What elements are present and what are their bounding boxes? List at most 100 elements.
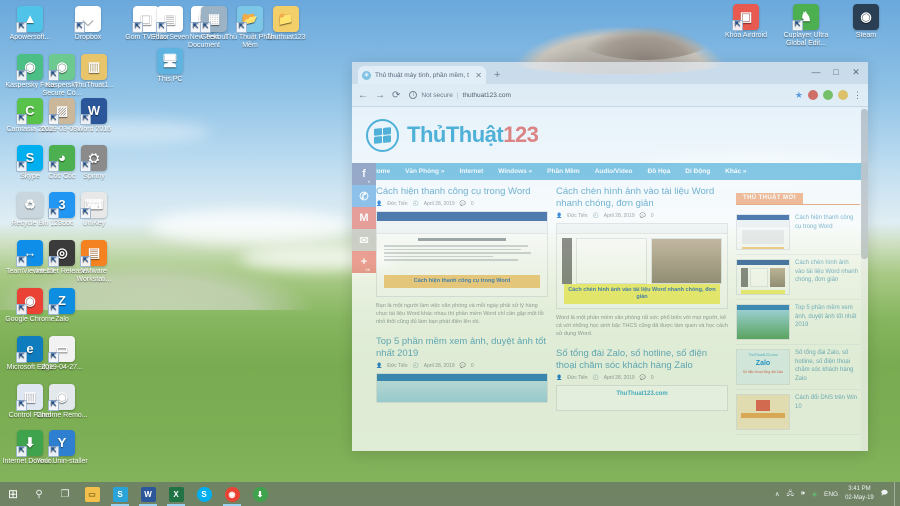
bookmark-star-icon[interactable]: ★ (795, 90, 803, 101)
sidebar-list-item[interactable]: ThuThuat123.com Zalo Số điện thoại tổng … (736, 345, 860, 390)
desktop-icon-unikey[interactable]: ⌨UniKey (66, 192, 122, 228)
sidebar-heading: THỦ THUẬT MỚI (736, 192, 803, 204)
address-bar[interactable]: i Not secure | thuthuat123.com (407, 88, 788, 103)
desktop-icon-screenshot-0427[interactable]: ▭2019-04-27... (34, 336, 90, 372)
more-share-icon[interactable]: +66 (352, 251, 376, 273)
article-date: April 28, 2019 (603, 375, 635, 381)
nav-do-hoa[interactable]: Đồ Họa (648, 168, 671, 175)
clock-icon: 🕘 (412, 201, 419, 207)
idm-taskbar-button[interactable]: ⬇ (246, 482, 274, 506)
comment-icon: 💬 (459, 363, 466, 369)
profile-avatar-icon[interactable] (838, 90, 848, 100)
site-navigation: Home Văn Phòng » Internet Windows » Phần… (352, 163, 868, 180)
new-tab-button[interactable]: + (494, 69, 500, 81)
chrome-menu-icon[interactable]: ⋮ (853, 90, 862, 101)
nav-di-dong[interactable]: Di Động (685, 168, 710, 175)
page-scrollbar[interactable] (861, 107, 868, 451)
sidebar-list-item[interactable]: Cách hiện thanh công cụ trong Word (736, 210, 860, 255)
desktop-icon-this-pc[interactable]: 🖥 This PC (142, 48, 198, 84)
sidebar-list-item[interactable]: Cách chèn hình ảnh vào tài liệu Word nha… (736, 255, 860, 300)
social-share-rail: f9 ✆ M ✉ +66 (352, 163, 376, 273)
nav-van-phong[interactable]: Văn Phòng » (405, 168, 444, 175)
notifications-icon[interactable]: 🗩 (881, 489, 888, 500)
author-icon: 👤 (376, 363, 383, 369)
desktop-icon-thuthuat123-folder[interactable]: 📁 Thuthuat123 (258, 6, 314, 42)
snagit-taskbar-button[interactable]: S (106, 482, 134, 506)
excel-taskbar-button[interactable]: X (162, 482, 190, 506)
close-tab-icon[interactable]: ✕ (475, 71, 482, 80)
desktop-icon-vmware[interactable]: ▤VMware Workstati... (66, 240, 122, 284)
article-meta: 👤 Đức Tiến 🕘 April 28, 2019 💬 0 (376, 201, 548, 207)
browser-tab[interactable]: ◉ Thủ thuật máy tính, phần mềm, t ✕ (358, 66, 486, 84)
article-title[interactable]: Top 5 phần mềm xem ảnh, duyệt ảnh tốt nh… (376, 336, 548, 360)
start-button[interactable]: ⊞ (0, 482, 26, 506)
desktop-icon-zalo[interactable]: ZZalo (34, 288, 90, 324)
desktop-icon-cuplayer[interactable]: ♞ Cuplayer Ultra Global Edit... (778, 4, 834, 48)
email-share-icon[interactable]: ✉ (352, 229, 376, 251)
extension-adblock-icon[interactable] (808, 90, 818, 100)
article-card: Cách hiện thanh công cụ trong Word 👤 Đức… (376, 186, 548, 326)
kaspersky-tray-icon[interactable]: ◈ (812, 490, 817, 498)
sidebar-item-thumbnail (736, 214, 790, 250)
article-title[interactable]: Số tổng đài Zalo, số hotline, số điện th… (556, 348, 728, 372)
desktop-icon-khoa-airdroid[interactable]: ▣ Khóa Airdroid (718, 4, 774, 48)
chrome-taskbar-button[interactable]: ◉ (218, 482, 246, 506)
nav-phan-mem[interactable]: Phần Mềm (547, 168, 580, 175)
back-button[interactable]: ← (358, 90, 368, 101)
article-title[interactable]: Cách chèn hình ảnh vào tài liệu Word nha… (556, 186, 728, 210)
security-label: Not secure (421, 91, 453, 99)
desktop-icon-your-uninstaller[interactable]: YYour Unin-staller (34, 430, 90, 466)
thuthuat-doc-icon: ▥ (81, 54, 107, 80)
desktop-icon-chrome-remote[interactable]: ◉Chrome Remo... (34, 384, 90, 420)
clock[interactable]: 3:41 PM 02-May-19 (845, 485, 874, 503)
nav-khac[interactable]: Khác » (725, 168, 746, 175)
windows-logo-icon: ⊞ (7, 487, 19, 501)
sidebar-list-item[interactable]: Top 5 phần mềm xem ảnh, duyệt ảnh tốt nh… (736, 300, 860, 345)
desktop-icon-spinny[interactable]: ⛭Spinny (66, 145, 122, 181)
article-thumbnail[interactable]: Cách hiện thanh công cụ trong Word (376, 211, 548, 297)
desktop-icon-label: Spinny (83, 173, 105, 180)
desktop-icon-dropbox[interactable]: ◆Dropbox (60, 6, 116, 42)
desktop-icon-steam[interactable]: ◉ Steam (838, 4, 894, 48)
article-thumbnail[interactable]: Cách chèn hình ảnh vào tài liệu Word nha… (556, 223, 728, 309)
task-view-button[interactable]: ❐ (52, 482, 78, 506)
close-window-button[interactable]: ✕ (846, 62, 866, 82)
reload-button[interactable]: ⟳ (392, 90, 400, 101)
desktop-icon-apowersoft[interactable]: ▲Apowersoft... (2, 6, 58, 42)
wallpaper-cloud (150, 210, 350, 244)
article-excerpt: Bạn là một người làm việc văn phòng và m… (376, 303, 544, 325)
sidebar-list-item[interactable]: Cách đổi DNS trên Win 10 (736, 390, 860, 435)
extension-colorzilla-icon[interactable] (823, 90, 833, 100)
article-thumbnail[interactable] (376, 373, 548, 403)
language-indicator[interactable]: ENG (824, 491, 838, 498)
network-icon[interactable]: 🖧 (787, 489, 794, 500)
gmail-share-icon[interactable]: M (352, 207, 376, 229)
file-explorer-icon: ▭ (84, 486, 100, 502)
maximize-button[interactable]: □ (826, 62, 846, 82)
volume-icon[interactable]: 🕪 (801, 490, 805, 498)
word-taskbar-button[interactable]: W (134, 482, 162, 506)
search-button[interactable]: ⚲ (26, 482, 52, 506)
minimize-button[interactable]: — (806, 62, 826, 82)
show-desktop-button[interactable] (894, 482, 900, 506)
not-secure-info-icon[interactable]: i (409, 91, 418, 99)
nav-internet[interactable]: Internet (459, 168, 483, 175)
article-card: Cách chèn hình ảnh vào tài liệu Word nha… (556, 186, 728, 338)
site-favicon-icon: ◉ (362, 70, 371, 80)
skype-taskbar-button[interactable]: S (190, 482, 218, 506)
facebook-share-icon[interactable]: f9 (352, 163, 376, 185)
site-logo[interactable]: ThủThuật123 (407, 122, 539, 148)
forward-button[interactable]: → (375, 90, 385, 101)
tray-overflow-icon[interactable]: ∧ (775, 490, 780, 498)
page-scrollbar-thumb[interactable] (861, 109, 868, 259)
desktop-icon-word-2016[interactable]: WWord 2016 (66, 98, 122, 134)
file-explorer-taskbar-button[interactable]: ▭ (78, 482, 106, 506)
messenger-share-icon[interactable]: ✆ (352, 185, 376, 207)
article-thumbnail[interactable]: ThuThuat123.com (556, 385, 728, 411)
chrome-browser-window[interactable]: ◉ Thủ thuật máy tính, phần mềm, t ✕ + — … (352, 62, 868, 451)
nav-audio-video[interactable]: Audio/Video (595, 168, 633, 175)
facebook-share-count: 9 (367, 179, 370, 184)
article-title[interactable]: Cách hiện thanh công cụ trong Word (376, 186, 548, 198)
nav-windows[interactable]: Windows » (498, 168, 532, 175)
desktop-icon-thuthuat-doc[interactable]: ▥ ThuThuat1... (66, 54, 122, 90)
